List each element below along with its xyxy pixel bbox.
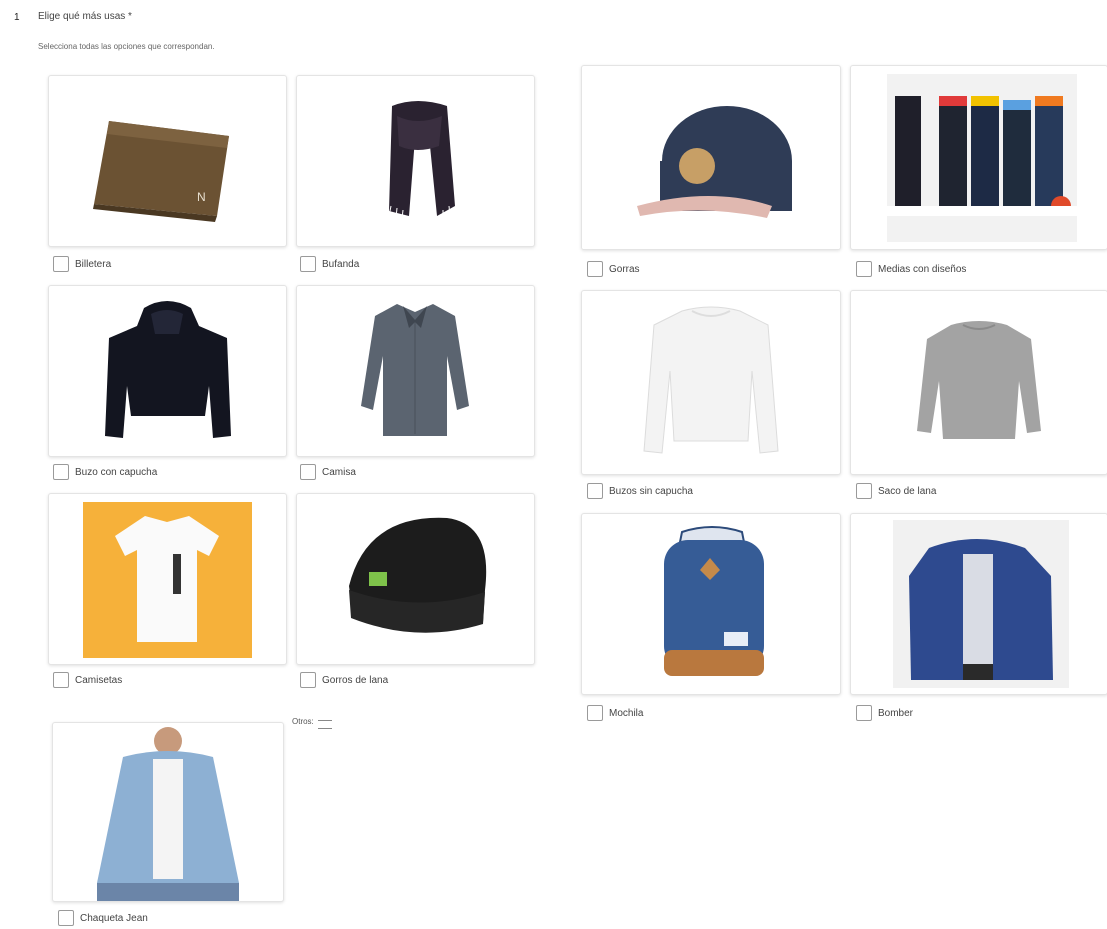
option-saco-de-lana[interactable]: Saco de lana: [856, 483, 936, 499]
beanie-image-card[interactable]: [296, 493, 535, 665]
tshirt-image-card[interactable]: [48, 493, 287, 665]
option-bufanda[interactable]: Bufanda: [300, 256, 359, 272]
option-label: Saco de lana: [878, 485, 937, 497]
bomber-jacket-image-card[interactable]: [850, 513, 1107, 695]
question-subtitle: Selecciona todas las opciones que corres…: [38, 42, 215, 51]
socks-image: [887, 74, 1077, 242]
option-label: Camisetas: [75, 674, 123, 686]
option-label: Buzos sin capucha: [609, 485, 693, 497]
question-number: 1: [14, 12, 20, 23]
denim-jacket-image: [97, 727, 239, 901]
checkbox[interactable]: [300, 464, 316, 480]
hoodie-image-card[interactable]: [48, 285, 287, 457]
checkbox[interactable]: [856, 483, 872, 499]
scarf-image-card[interactable]: [296, 75, 535, 247]
option-camisetas[interactable]: Camisetas: [53, 672, 122, 688]
shirt-image: [361, 304, 469, 436]
wallet-image: N: [93, 121, 229, 222]
checkbox[interactable]: [856, 705, 872, 721]
option-medias-con-disenos[interactable]: Medias con diseños: [856, 261, 966, 277]
question-title: Elige qué más usas *: [38, 11, 132, 22]
cap-image: [582, 106, 840, 249]
sweatshirt-image-card[interactable]: [581, 290, 841, 475]
checkbox[interactable]: [53, 464, 69, 480]
shirt-image-card[interactable]: [296, 285, 535, 457]
option-camisa[interactable]: Camisa: [300, 464, 356, 480]
option-buzo-con-capucha[interactable]: Buzo con capucha: [53, 464, 157, 480]
checkbox[interactable]: [587, 705, 603, 721]
checkbox[interactable]: [587, 261, 603, 277]
option-mochila[interactable]: Mochila: [587, 705, 643, 721]
option-gorras[interactable]: Gorras: [587, 261, 640, 277]
wool-sweater-image: [917, 321, 1041, 439]
otros-label: Otros:: [292, 717, 314, 726]
option-billetera[interactable]: Billetera: [53, 256, 111, 272]
option-label: Billetera: [75, 258, 112, 270]
option-label: Camisa: [322, 466, 356, 478]
option-chaqueta-jean[interactable]: Chaqueta Jean: [58, 910, 148, 926]
option-otros[interactable]: Otros:: [292, 714, 332, 729]
checkbox[interactable]: [53, 256, 69, 272]
wallet-image-card[interactable]: N: [48, 75, 287, 247]
option-label: Medias con diseños: [878, 263, 967, 275]
sweatshirt-image: [643, 306, 779, 454]
option-label: Chaqueta Jean: [80, 912, 148, 924]
option-label: Gorras: [609, 263, 640, 275]
backpack-image: [664, 526, 764, 676]
option-label: Mochila: [609, 707, 644, 719]
checkbox[interactable]: [300, 256, 316, 272]
denim-jacket-image-card[interactable]: [52, 722, 284, 902]
option-label: Bufanda: [322, 258, 360, 270]
scarf-image: [388, 101, 455, 222]
option-bomber[interactable]: Bomber: [856, 705, 913, 721]
hoodie-image: [105, 301, 231, 438]
wool-sweater-image-card[interactable]: [850, 290, 1107, 475]
option-gorros-de-lana[interactable]: Gorros de lana: [300, 672, 388, 688]
cap-image-card[interactable]: [581, 65, 841, 250]
checkbox[interactable]: [587, 483, 603, 499]
socks-image-card[interactable]: [850, 65, 1107, 250]
beanie-image: [349, 517, 487, 633]
option-label: Buzo con capucha: [75, 466, 158, 478]
backpack-image-card[interactable]: [581, 513, 841, 695]
option-label: Gorros de lana: [322, 674, 389, 686]
bomber-jacket-image: [893, 520, 1069, 688]
tshirt-image: [83, 502, 252, 658]
checkbox[interactable]: [58, 910, 74, 926]
svg-text:N: N: [197, 190, 206, 204]
checkbox[interactable]: [856, 261, 872, 277]
option-label: Bomber: [878, 707, 914, 719]
option-buzos-sin-capucha[interactable]: Buzos sin capucha: [587, 483, 693, 499]
otros-input[interactable]: [317, 714, 332, 729]
checkbox[interactable]: [300, 672, 316, 688]
checkbox[interactable]: [53, 672, 69, 688]
